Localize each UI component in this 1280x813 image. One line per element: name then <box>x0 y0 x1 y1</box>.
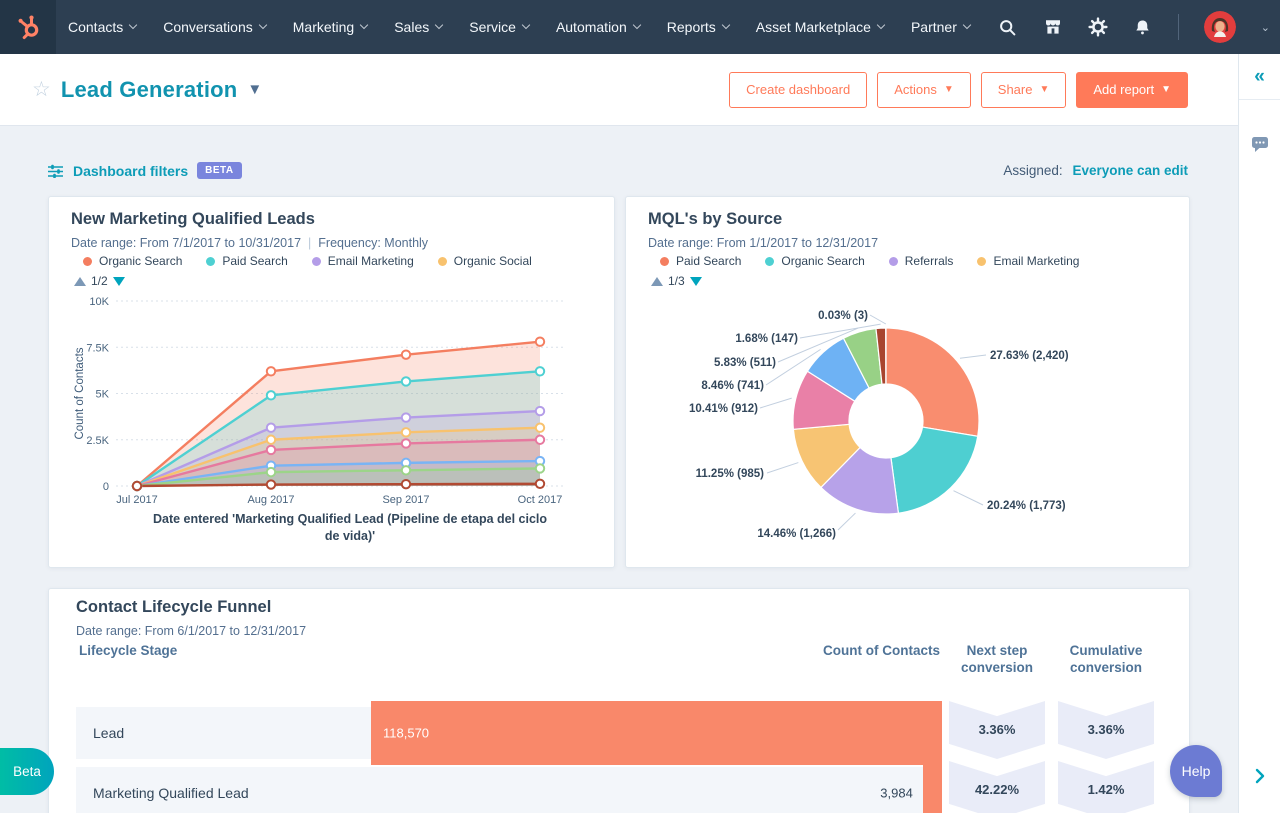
svg-text:Jul 2017: Jul 2017 <box>116 494 158 506</box>
collapse-double-chevron-icon[interactable]: « <box>1254 66 1265 88</box>
next-chevron-icon[interactable] <box>1239 767 1280 785</box>
chevron-down-icon <box>359 20 369 30</box>
filters-bar: Dashboard filters BETA Assigned: Everyon… <box>48 162 1188 179</box>
column-header-cumulative: Cumulative conversion <box>1069 643 1143 675</box>
column-header-lifecycle-stage: Lifecycle Stage <box>79 643 178 658</box>
nav-menu: Contacts Conversations Marketing Sales S… <box>68 19 972 35</box>
svg-text:2.5K: 2.5K <box>86 435 109 447</box>
report-card-new-mqls: New Marketing Qualified Leads Date range… <box>48 196 615 568</box>
user-avatar[interactable] <box>1203 11 1236 43</box>
favorite-star-icon[interactable]: ☆ <box>32 77 51 102</box>
search-icon[interactable] <box>998 17 1018 37</box>
svg-text:Sep 2017: Sep 2017 <box>382 494 429 506</box>
donut-label: 27.63% (2,420) <box>990 350 1069 362</box>
help-button[interactable]: Help <box>1170 745 1222 797</box>
nav-item-conversations[interactable]: Conversations <box>163 19 267 35</box>
caret-down-icon: ▼ <box>1161 84 1171 95</box>
dashboard-filters-label: Dashboard filters <box>73 162 189 179</box>
cumulative-conversion-badge: 3.36% <box>1058 701 1154 759</box>
header-buttons: Create dashboard Actions ▼ Share ▼ Add rep… <box>729 71 1188 108</box>
svg-text:7.5K: 7.5K <box>86 342 109 354</box>
funnel-row-lead: Lead 118,570 <box>76 701 942 765</box>
svg-text:Aug 2017: Aug 2017 <box>247 494 294 506</box>
stage-count: 118,570 <box>383 725 430 741</box>
funnel-bar-mql <box>922 761 942 813</box>
nav-item-partner[interactable]: Partner <box>911 19 972 35</box>
add-report-button[interactable]: Add report ▼ <box>1076 71 1188 108</box>
nav-item-asset-marketplace[interactable]: Asset Marketplace <box>756 19 886 35</box>
create-dashboard-button[interactable]: Create dashboard <box>729 71 868 108</box>
donut-label: 8.46% (741) <box>701 380 764 392</box>
chevron-down-icon <box>876 20 886 30</box>
collapse-panel-cell: « <box>1239 54 1280 100</box>
nav-item-reports[interactable]: Reports <box>667 19 731 35</box>
next-step-conversion-badge: 3.36% <box>949 701 1045 759</box>
nav-item-service[interactable]: Service <box>469 19 531 35</box>
assigned-row: Assigned: Everyone can edit <box>1003 163 1188 178</box>
stage-count: 3,984 <box>880 785 913 801</box>
right-sidebar: « <box>1238 54 1280 813</box>
beta-pill[interactable]: Beta <box>0 748 54 795</box>
top-nav: Contacts Conversations Marketing Sales S… <box>0 0 1280 54</box>
report-title: Contact Lifecycle Funnel <box>76 598 272 616</box>
chevron-down-icon <box>129 20 138 30</box>
caret-down-icon: ▼ <box>943 84 954 95</box>
chevron-down-icon <box>721 20 731 30</box>
stage-label: Lead <box>93 725 125 741</box>
actions-button[interactable]: Actions ▼ <box>877 71 971 108</box>
stage-label: Marketing Qualified Lead <box>93 785 249 801</box>
nav-divider <box>1177 14 1179 40</box>
report-card-lifecycle-funnel: Contact Lifecycle Funnel Date range: Fro… <box>48 588 1190 813</box>
dashboard-switcher-caret-icon[interactable]: ▼ <box>247 81 262 98</box>
assigned-label: Assigned: <box>1003 163 1063 178</box>
marketplace-icon[interactable] <box>1043 17 1063 37</box>
svg-text:5K: 5K <box>96 389 110 401</box>
hubspot-logo[interactable] <box>0 0 56 54</box>
column-header-next-step: Next step conversion <box>960 643 1034 675</box>
nav-item-automation[interactable]: Automation <box>556 19 642 35</box>
notifications-bell-icon[interactable] <box>1133 17 1153 37</box>
svg-text:0: 0 <box>103 481 109 493</box>
settings-gear-icon[interactable] <box>1088 17 1108 37</box>
dashboard-title: Lead Generation <box>60 76 238 102</box>
cumulative-conversion-badge: 1.42% <box>1058 761 1154 813</box>
donut-label: 10.41% (912) <box>688 403 758 415</box>
chevron-down-icon <box>632 20 642 30</box>
hubspot-sprocket-icon <box>18 15 39 40</box>
donut-label: 1.68% (147) <box>735 333 798 345</box>
chevron-down-icon <box>435 20 444 30</box>
chevron-down-icon <box>962 20 972 30</box>
dashboard-header: ☆ Lead Generation ▼ Create dashboard Act… <box>0 54 1238 126</box>
dashboard-filters-control[interactable]: Dashboard filters BETA <box>48 162 242 179</box>
account-chevron-down-icon[interactable]: ⌄ <box>1261 21 1270 34</box>
nav-item-sales[interactable]: Sales <box>394 19 444 35</box>
svg-text:10K: 10K <box>89 296 109 308</box>
chevron-down-icon <box>258 20 267 30</box>
beta-badge: BETA <box>197 162 242 179</box>
nav-item-contacts[interactable]: Contacts <box>68 19 138 35</box>
donut-label: 0.03% (3) <box>818 310 868 322</box>
report-card-mql-by-source: MQL's by Source Date range: From 1/1/201… <box>625 196 1190 568</box>
funnel-bar-lead: 118,570 <box>371 701 942 765</box>
funnel-row-mql: Marketing Qualified Lead 3,984 <box>76 761 942 813</box>
comments-icon[interactable] <box>1239 136 1280 153</box>
donut-label: 20.24% (1,773) <box>987 500 1066 512</box>
donut-label: 14.46% (1,266) <box>757 528 836 540</box>
svg-text:Oct 2017: Oct 2017 <box>518 494 563 506</box>
filter-sliders-icon <box>48 164 63 178</box>
nav-right-icons: ⌄ <box>998 11 1280 43</box>
svg-text:Count of Contacts: Count of Contacts <box>74 347 86 439</box>
main-content: Dashboard filters BETA Assigned: Everyon… <box>0 126 1238 813</box>
donut-label: 11.25% (985) <box>695 468 764 480</box>
chevron-down-icon <box>521 20 531 30</box>
assigned-value-link[interactable]: Everyone can edit <box>1072 163 1188 178</box>
date-range: Date range: From 6/1/2017 to 12/31/2017 <box>76 624 307 638</box>
column-header-count: Count of Contacts <box>823 643 940 658</box>
x-axis-caption: Date entered 'Marketing Qualified Lead (… <box>152 512 548 543</box>
caret-down-icon: ▼ <box>1039 84 1050 95</box>
share-button[interactable]: Share ▼ <box>980 71 1067 108</box>
nav-item-marketing[interactable]: Marketing <box>293 19 369 35</box>
next-step-conversion-badge: 42.22% <box>949 761 1045 813</box>
donut-label: 5.83% (511) <box>713 357 776 369</box>
